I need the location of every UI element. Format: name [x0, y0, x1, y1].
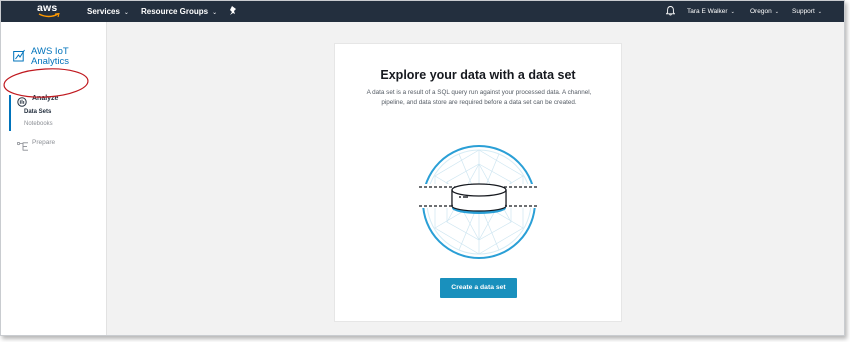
user-label: Tara E Walker — [687, 8, 728, 15]
annotation-ellipse — [3, 68, 89, 98]
data-set-illustration-icon — [419, 145, 539, 259]
iot-analytics-icon — [13, 49, 25, 62]
pin-icon[interactable] — [229, 6, 238, 18]
services-menu[interactable]: Services ⌄ — [87, 7, 129, 16]
aws-smile-icon — [38, 13, 60, 18]
sidebar-item-notebooks[interactable]: Notebooks — [24, 121, 53, 127]
console-window: aws Services ⌄ Resource Groups ⌄ Tara E Wa… — [0, 0, 845, 336]
empty-state-card: Explore your data with a data set A data… — [334, 43, 622, 322]
region-menu[interactable]: Oregon ⌄ — [750, 8, 779, 15]
support-label: Support — [792, 8, 815, 15]
services-label: Services — [87, 7, 120, 16]
chevron-down-icon: ⌄ — [774, 9, 779, 15]
chevron-down-icon: ⌄ — [817, 9, 822, 15]
user-menu[interactable]: Tara E Walker ⌄ — [687, 8, 735, 15]
chevron-down-icon: ⌄ — [730, 9, 735, 15]
region-label: Oregon — [750, 8, 772, 15]
resource-groups-label: Resource Groups — [141, 7, 209, 16]
support-menu[interactable]: Support ⌄ — [792, 8, 822, 15]
top-navigation-bar: aws Services ⌄ Resource Groups ⌄ Tara E Wa… — [1, 1, 844, 22]
sidebar-item-prepare[interactable]: Prepare — [32, 139, 55, 146]
resource-groups-menu[interactable]: Resource Groups ⌄ — [141, 7, 217, 16]
empty-state-description: A data set is a result of a SQL query ru… — [366, 89, 592, 106]
aws-logo[interactable]: aws — [37, 2, 61, 19]
chevron-down-icon: ⌄ — [212, 10, 218, 16]
chevron-down-icon: ⌄ — [123, 10, 129, 16]
page-title: Explore your data with a data set — [380, 68, 576, 82]
sidebar-item-data-sets[interactable]: Data Sets — [24, 109, 51, 115]
prepare-icon — [16, 138, 30, 156]
service-name: AWS IoT Analytics — [31, 47, 69, 67]
create-data-set-button[interactable]: Create a data set — [440, 278, 517, 298]
notifications-bell-icon[interactable] — [665, 6, 676, 18]
